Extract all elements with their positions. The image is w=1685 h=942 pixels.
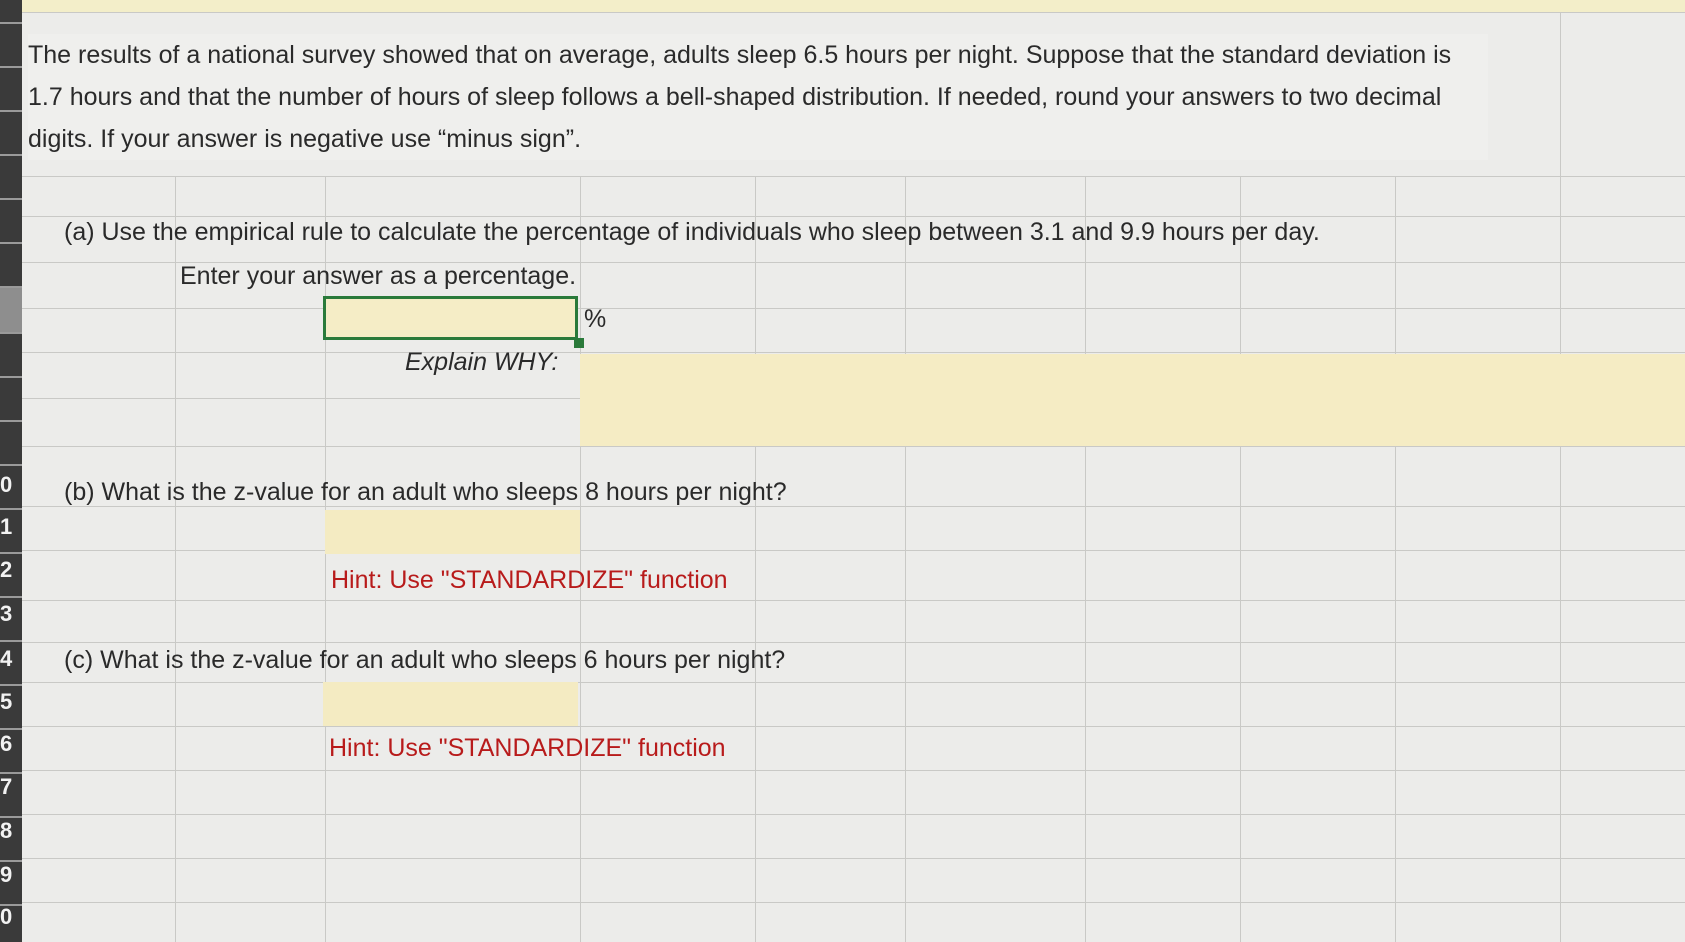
row-divider [0,552,22,554]
row-header-number[interactable]: 4 [0,646,14,672]
row-divider [0,640,22,642]
fill-handle[interactable] [574,338,584,348]
grid-line [22,814,1685,815]
grid-line [22,682,1685,683]
grid-line [22,216,1685,217]
row-header-number[interactable]: 7 [0,774,14,800]
grid-line [1240,176,1241,942]
row-divider [0,728,22,730]
selected-row-header [0,286,22,332]
part-c-answer-cell[interactable] [323,682,578,726]
row-divider [0,110,22,112]
row-header-number[interactable]: 0 [0,472,14,498]
grid-line [1395,176,1396,942]
row-header-number[interactable]: 6 [0,731,14,757]
grid-line [22,176,1685,177]
grid-line [905,176,906,942]
explain-why-answer-cell[interactable] [580,354,1685,446]
row-header-number[interactable]: 3 [0,601,14,627]
explain-why-label: Explain WHY: [405,348,559,376]
part-b-question: (b) What is the z-value for an adult who… [64,478,787,506]
part-b-answer-cell[interactable] [325,510,580,554]
percent-unit-label: % [584,305,607,333]
row-divider [0,420,22,422]
grid-line [175,176,176,942]
grid-line [580,176,581,942]
row-divider [0,286,22,288]
row-divider [0,376,22,378]
row-header-strip: 0 1 2 3 4 5 6 7 8 9 0 [0,0,22,942]
grid-line [22,308,1685,309]
row-header-number[interactable]: 8 [0,818,14,844]
row-divider [0,154,22,156]
row-divider [0,684,22,686]
grid-line [22,858,1685,859]
grid-line [755,176,756,942]
row-header-number[interactable]: 2 [0,557,14,583]
part-c-question: (c) What is the z-value for an adult who… [64,646,786,674]
grid-line [22,550,1685,551]
top-highlight-band [22,0,1685,12]
grid-line [1085,176,1086,942]
row-divider [0,66,22,68]
row-divider [0,198,22,200]
row-divider [0,464,22,466]
grid-line [22,446,1685,447]
row-header-number[interactable]: 9 [0,862,14,888]
row-header-number[interactable]: 0 [0,904,14,930]
grid-line [22,770,1685,771]
part-a-question: (a) Use the empirical rule to calculate … [64,218,1320,246]
row-divider [0,508,22,510]
row-divider [0,596,22,598]
problem-statement: The results of a national survey showed … [28,34,1488,160]
part-a-answer-cell[interactable] [323,296,578,340]
grid-line [1560,12,1561,942]
grid-line [22,642,1685,643]
grid-line [22,352,1685,353]
grid-line [22,600,1685,601]
part-a-instruction: Enter your answer as a percentage. [180,262,577,290]
row-divider [0,332,22,334]
row-header-number[interactable]: 1 [0,514,14,540]
part-c-hint: Hint: Use "STANDARDIZE" function [329,734,726,762]
part-b-hint: Hint: Use "STANDARDIZE" function [331,566,728,594]
row-divider [0,22,22,24]
row-header-number[interactable]: 5 [0,689,14,715]
grid-line [22,12,1685,13]
spreadsheet-sheet: 0 1 2 3 4 5 6 7 8 9 0 The results of a n… [0,0,1685,942]
row-divider [0,242,22,244]
grid-line [22,902,1685,903]
grid-line [22,726,1685,727]
